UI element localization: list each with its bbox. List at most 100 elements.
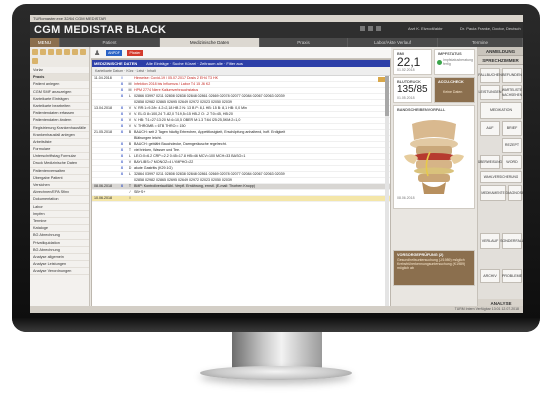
phone-icon[interactable] — [72, 49, 78, 55]
karteikarte-table: 11.04.2018 I Hinweise: Covid-19 / 05.07.20… — [92, 76, 390, 202]
table-row[interactable]: 10.06.2018 I — [92, 195, 390, 202]
document-icon[interactable] — [40, 49, 46, 55]
mail-icon[interactable] — [64, 49, 70, 55]
action-button-diagnose[interactable]: DIAGNOSE — [506, 185, 523, 201]
sidebar-item[interactable]: Abrechnen/EPA Sfinx — [30, 189, 89, 197]
action-button-verlauf[interactable]: VERLAUF — [480, 233, 500, 249]
anmeldung-button[interactable]: ANMELDUNG — [478, 47, 523, 56]
chip-pfaster[interactable]: Pfaster — [127, 50, 143, 56]
row-kuerzel — [118, 195, 126, 202]
folder-icon[interactable] — [32, 49, 38, 55]
sidebar-item[interactable]: Versichen — [30, 182, 89, 190]
row-type: I — [126, 195, 134, 202]
sidebar-item[interactable]: Krankenhausfall anlegen — [30, 132, 89, 139]
sidebar-item[interactable]: Patientendaten erfassen — [30, 110, 89, 118]
tab-labor[interactable]: Labor/Akte Verlauf — [348, 38, 438, 47]
monitor-chin — [12, 318, 540, 332]
monitor-stand-base — [200, 366, 352, 380]
action-button-medikamente[interactable]: MEDIKAMENTE — [480, 185, 506, 201]
action-button-fallbuchen[interactable]: FALLBUCHEN — [478, 68, 502, 83]
tab-patient[interactable]: Patient — [60, 38, 160, 47]
bmi-widget[interactable]: BMI 22,1 01.02.2018 — [393, 49, 432, 75]
sidebar-item[interactable]: Termine — [30, 218, 89, 226]
tab-menu[interactable]: MENU — [30, 38, 60, 47]
action-button-auf[interactable]: AUF — [480, 121, 500, 136]
bandscheiben-widget[interactable]: BANDSCHEIBENVORFALL 08.06.2018 — [393, 105, 475, 209]
search-icon[interactable] — [360, 26, 365, 31]
karteikarte-filters[interactable]: Alle Einträge · Suche Kürzel · Zeitraum … — [146, 61, 243, 66]
status-bar: TURM Intern Verfügbar 13:01 12.07.2018 — [30, 306, 523, 313]
tab-praxis[interactable]: Praxis — [260, 38, 348, 47]
print-icon[interactable] — [368, 26, 373, 31]
sidebar-item[interactable]: Praxis — [30, 74, 89, 82]
sidebar-item[interactable]: Labor — [30, 204, 89, 211]
patient-bar: ♟ ANPDF Pfaster — [91, 47, 391, 59]
sidebar-item[interactable]: Vorlar — [30, 67, 89, 75]
sidebar-item[interactable]: Dokumentation — [30, 196, 89, 204]
action-panel: ANMELDUNG SPRECHZIMMER FALLBUCHEN BEFUNDE… — [477, 47, 523, 313]
bmi-value: 22,1 — [397, 55, 421, 69]
tab-termine[interactable]: Termine — [438, 38, 523, 47]
vorsorge-widget[interactable]: VORSORGEPRÜFUNG (2) Gesundheitsuntersuch… — [393, 250, 475, 286]
action-button-probleme[interactable]: PROBLEME — [502, 269, 522, 283]
sidebar-item[interactable]: CGM SMF anzuzeigen — [30, 89, 89, 96]
sidebar-item[interactable]: BG Abrechnung — [30, 232, 89, 240]
product-mockup: TURomaster.exe 32/64 CGM MEDISTAR CGM ME… — [0, 0, 552, 411]
window-title: TURomaster.exe 32/64 CGM MEDISTAR — [30, 15, 523, 22]
action-button-archiv[interactable]: ARCHIV — [480, 269, 500, 283]
action-button-brief[interactable]: BRIEF — [502, 121, 522, 136]
vorsorge-label: VORSORGEPRÜFUNG (2) — [397, 253, 444, 257]
sidebar-item[interactable]: Unterschriftstag Formular — [30, 153, 89, 161]
chart-icon[interactable] — [56, 49, 62, 55]
sidebar-toolbar — [30, 47, 89, 67]
sidebar-item[interactable]: Impfen — [30, 211, 89, 218]
user-left[interactable]: Arzt K. Etzrodt/akbr — [408, 26, 443, 31]
accu-check-widget[interactable]: ACCU-CHECK Keine Daten — [434, 77, 475, 103]
karteikarte: MEDIZINISCHE DATEN Alle Einträge · Suche… — [91, 59, 391, 313]
row-text — [134, 195, 390, 202]
sidebar-item[interactable]: Formulare — [30, 146, 89, 154]
sidebar-item[interactable]: Registrierung Krankenhausfälle — [30, 125, 89, 132]
sidebar-item[interactable]: Kataloge — [30, 225, 89, 233]
star-icon[interactable] — [32, 58, 38, 64]
sidebar-item[interactable]: Karteikarte Einträgen — [30, 96, 89, 103]
bandscheiben-date: 08.06.2018 — [397, 196, 415, 200]
sidebar-item[interactable]: Patient anlegen — [30, 81, 89, 89]
user-right[interactable]: Dr. Paula Franke, Doctor, Deutsch — [460, 26, 521, 31]
scrollbar-thumb[interactable] — [385, 76, 389, 116]
action-button-befunden[interactable]: BEFUNDEN — [502, 68, 522, 83]
karteikarte-header: MEDIZINISCHE DATEN Alle Einträge · Suche… — [92, 60, 390, 67]
sprechzimmer-button[interactable]: SPRECHZIMMER — [478, 56, 523, 65]
action-button-warteliste-nachsehen[interactable]: WARTELISTE NACHSEHEN — [502, 85, 522, 100]
karteikarte-column-bar: Karteikarte Datum · Kürz · Leist · Inhal… — [92, 67, 390, 82]
note-icon[interactable] — [80, 49, 86, 55]
action-button-sonderfall[interactable]: SONDERFALL — [500, 233, 523, 249]
action-button-medikation[interactable]: MEDIKATION — [480, 102, 522, 119]
action-button--berweisung[interactable]: ÜBERWEISUNG — [478, 155, 502, 169]
karteikarte-scrollbar[interactable] — [385, 76, 389, 312]
sidebar-item[interactable]: Karteikarte bearbeiten — [30, 103, 89, 111]
tab-medizinische-daten[interactable]: Medizinische Daten — [160, 38, 260, 47]
sidebar-item[interactable]: BG Abrechnung — [30, 247, 89, 254]
row-date: 10.06.2018 — [92, 195, 118, 202]
action-button-leistungen[interactable]: LEISTUNGEN — [479, 85, 501, 100]
sidebar-item[interactable]: Druck Medizinische Daten — [30, 160, 89, 168]
settings-icon[interactable] — [376, 26, 381, 31]
sidebar-item[interactable]: Analyse allgemein — [30, 254, 89, 262]
sidebar-item[interactable]: Patientenverwalten — [30, 168, 89, 175]
sidebar-item[interactable]: Privatliquidation — [30, 240, 89, 247]
action-button-wahlversicherung[interactable]: WAHLVERSICHERUNG — [480, 171, 522, 183]
sidebar-item[interactable]: Übergabe Patient — [30, 175, 89, 182]
sidebar-item[interactable]: Analyse Verordnungen — [30, 268, 89, 276]
sidebar-item[interactable]: Patientendaten ändern — [30, 117, 89, 125]
sidebar-item[interactable]: Arbeitsliste — [30, 139, 89, 147]
sidebar-item[interactable]: Analyse Leistungen — [30, 261, 89, 269]
blutdruck-widget[interactable]: BLUTDRUCK 135/85 01.05.2018 — [393, 77, 432, 103]
chip-anpdf[interactable]: ANPDF — [106, 50, 122, 56]
impfstatus-widget[interactable]: IMPFSTATUS Impfstatusberatung fertig — [434, 49, 475, 75]
action-button-word[interactable]: WORD — [502, 155, 522, 169]
calendar-icon[interactable] — [48, 49, 54, 55]
spine-image — [394, 112, 474, 196]
action-button-rezept[interactable]: REZEPT — [502, 138, 522, 153]
widget-column: BMI 22,1 01.02.2018 IMPFSTATUS Impfstatu… — [392, 47, 476, 313]
